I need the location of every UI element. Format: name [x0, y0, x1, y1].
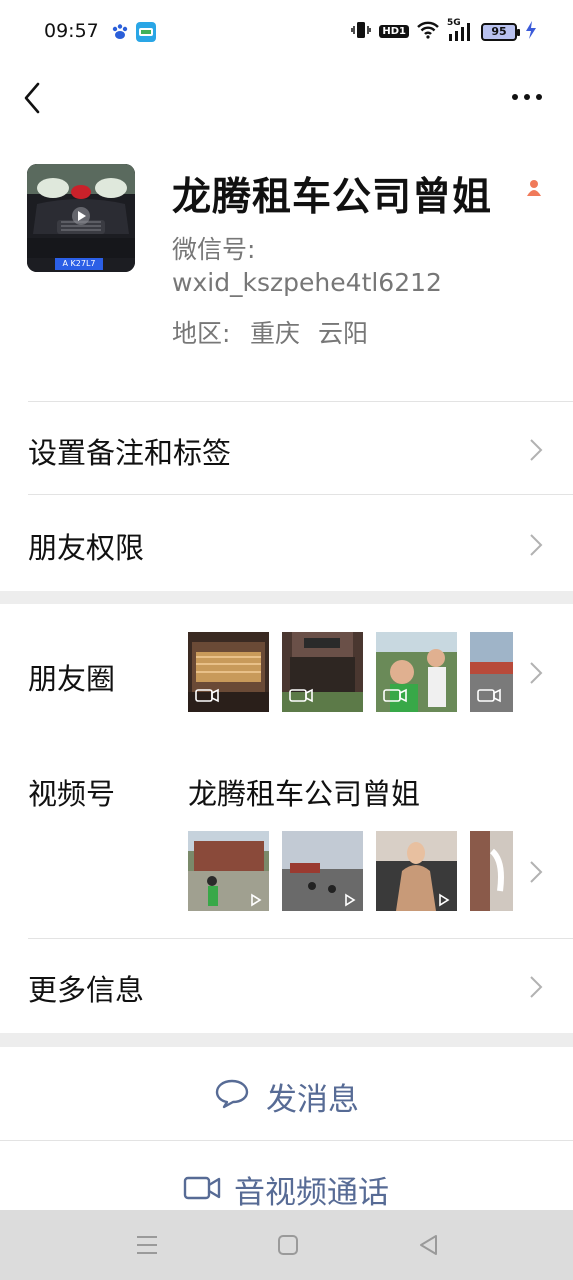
moments-thumb	[470, 632, 513, 712]
female-person-icon	[524, 178, 544, 198]
moments-label: 朋友圈	[28, 662, 116, 696]
channels-row[interactable]: 视频号 龙腾租车公司曾姐	[0, 741, 573, 939]
status-time: 09:57	[44, 20, 99, 42]
license-plate: A K27L7	[62, 259, 96, 268]
more-info-row[interactable]: 更多信息	[0, 939, 573, 1033]
more-dots-icon	[512, 94, 542, 100]
menu-icon[interactable]	[134, 1232, 160, 1258]
charging-icon	[525, 20, 537, 43]
wechat-id-value: wxid_kszpehe4tl6212	[172, 268, 442, 297]
channels-label: 视频号	[28, 777, 116, 811]
status-right-group: HD1 5G 95	[351, 18, 537, 43]
chevron-right-icon	[530, 439, 543, 461]
remark-tags-label: 设置备注和标签	[28, 436, 232, 470]
chevron-right-icon	[530, 534, 543, 556]
back-button[interactable]	[18, 78, 52, 118]
channel-video-thumb[interactable]	[376, 831, 457, 911]
signal-icon: 5G	[447, 18, 473, 42]
chevron-left-icon	[24, 82, 40, 114]
avatar[interactable]: A K27L7	[27, 164, 135, 272]
region-value: 重庆 云阳	[250, 319, 368, 348]
friend-permissions-label: 朋友权限	[28, 531, 145, 565]
remark-tags-row[interactable]: 设置备注和标签	[0, 402, 573, 495]
hd-badge: HD1	[379, 25, 409, 38]
wifi-icon	[417, 21, 439, 42]
channel-video-thumb[interactable]	[282, 831, 363, 911]
home-icon[interactable]	[275, 1232, 301, 1258]
channel-video-thumb[interactable]	[188, 831, 269, 911]
send-message-label: 发消息	[266, 1082, 359, 1118]
moments-thumb	[282, 632, 363, 712]
chevron-right-icon	[530, 976, 543, 998]
moments-thumb	[376, 632, 457, 712]
profile-name: 龙腾租车公司曾姐	[172, 175, 493, 220]
profile-header: A K27L7 龙腾租车公司曾姐 微信号: wxid_kszpehe4tl621…	[0, 134, 573, 402]
top-nav-bar	[0, 64, 573, 134]
av-call-label: 音视频通话	[234, 1175, 389, 1210]
moments-row[interactable]: 朋友圈	[0, 604, 573, 741]
chevron-right-icon	[530, 861, 543, 883]
video-camera-icon	[183, 1176, 221, 1200]
more-info-label: 更多信息	[28, 973, 145, 1007]
channel-name: 龙腾租车公司曾姐	[188, 777, 421, 811]
av-call-button[interactable]: 音视频通话	[0, 1141, 573, 1210]
map-app-icon	[136, 22, 156, 42]
more-options-button[interactable]	[507, 82, 547, 112]
vibrate-icon	[351, 20, 372, 43]
send-message-button[interactable]: 发消息	[0, 1047, 573, 1141]
battery-indicator: 95	[481, 22, 520, 41]
region-label: 地区:	[172, 319, 231, 348]
moments-thumb	[188, 632, 269, 712]
baidu-paw-icon	[110, 22, 130, 42]
back-triangle-icon[interactable]	[416, 1232, 442, 1258]
chevron-right-icon	[530, 662, 543, 684]
friend-permissions-row[interactable]: 朋友权限	[0, 495, 573, 591]
system-nav-bar	[0, 1210, 573, 1280]
channel-video-thumb[interactable]	[470, 831, 513, 911]
chat-bubble-icon	[215, 1079, 249, 1109]
status-bar: 09:57 HD1 5G 95	[0, 0, 573, 64]
wechat-id-label: 微信号:	[172, 235, 256, 264]
